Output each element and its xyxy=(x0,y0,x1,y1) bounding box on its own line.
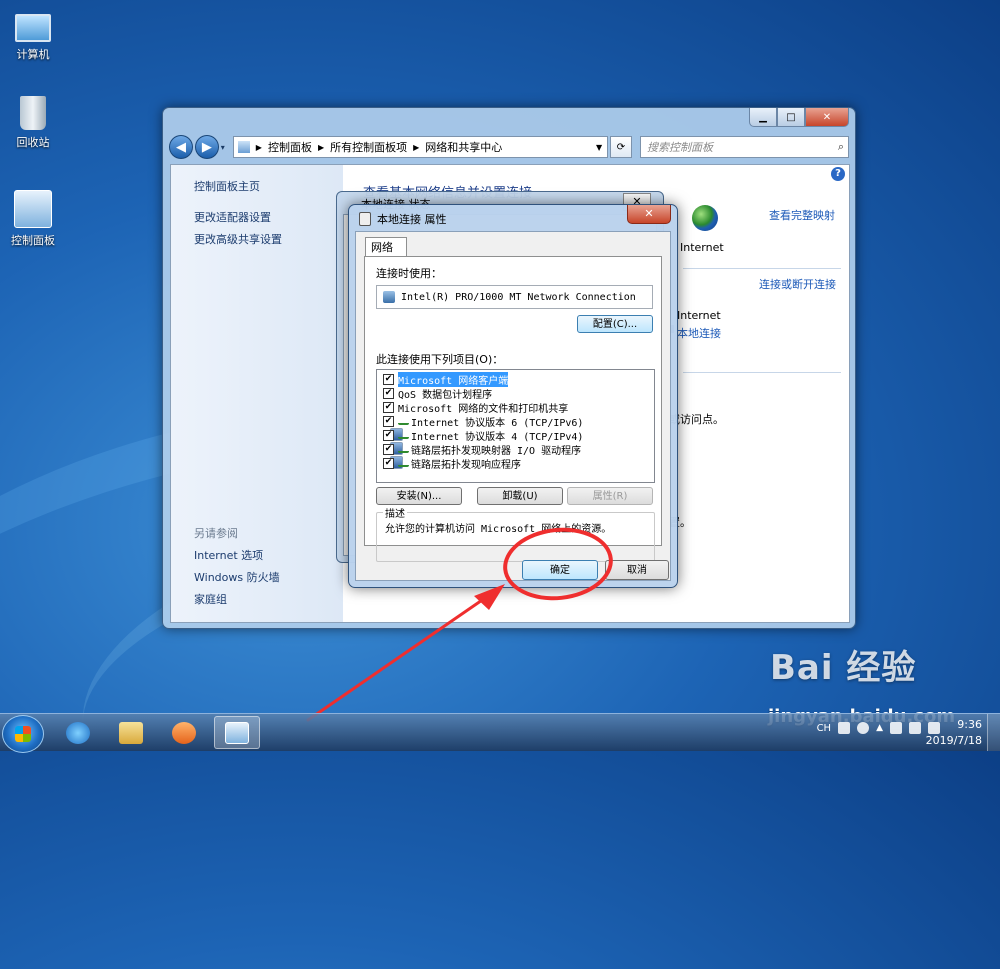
help-icon[interactable] xyxy=(857,722,870,734)
start-button[interactable] xyxy=(2,715,44,753)
taskbar-explorer-button[interactable] xyxy=(108,716,154,749)
clock[interactable]: 9:36 2019/7/18 xyxy=(926,717,982,749)
annotation-arrow xyxy=(306,584,505,722)
network-icon[interactable] xyxy=(909,722,921,734)
taskbar-ie-button[interactable] xyxy=(55,716,101,749)
media-player-icon xyxy=(172,721,196,744)
language-indicator[interactable]: CH xyxy=(817,723,832,734)
clock-date: 2019/7/18 xyxy=(925,734,982,747)
windows-logo-icon xyxy=(15,726,31,742)
folder-icon xyxy=(119,721,143,744)
keyboard-icon[interactable] xyxy=(838,722,851,734)
action-center-flag-icon[interactable] xyxy=(890,722,902,734)
control-panel-icon xyxy=(225,721,249,744)
tray-chevron-icon[interactable]: ▲ xyxy=(876,723,883,733)
taskbar-media-player-button[interactable] xyxy=(161,716,207,749)
show-desktop-button[interactable] xyxy=(987,714,1000,751)
system-tray: CH ▲ xyxy=(817,722,940,734)
taskbar-control-panel-button[interactable] xyxy=(214,716,260,749)
watermark-logo: Bai 经验 xyxy=(770,648,917,688)
clock-time: 9:36 xyxy=(957,718,982,731)
internet-explorer-icon xyxy=(66,721,90,744)
taskbar: CH ▲ 9:36 2019/7/18 xyxy=(0,713,1000,753)
